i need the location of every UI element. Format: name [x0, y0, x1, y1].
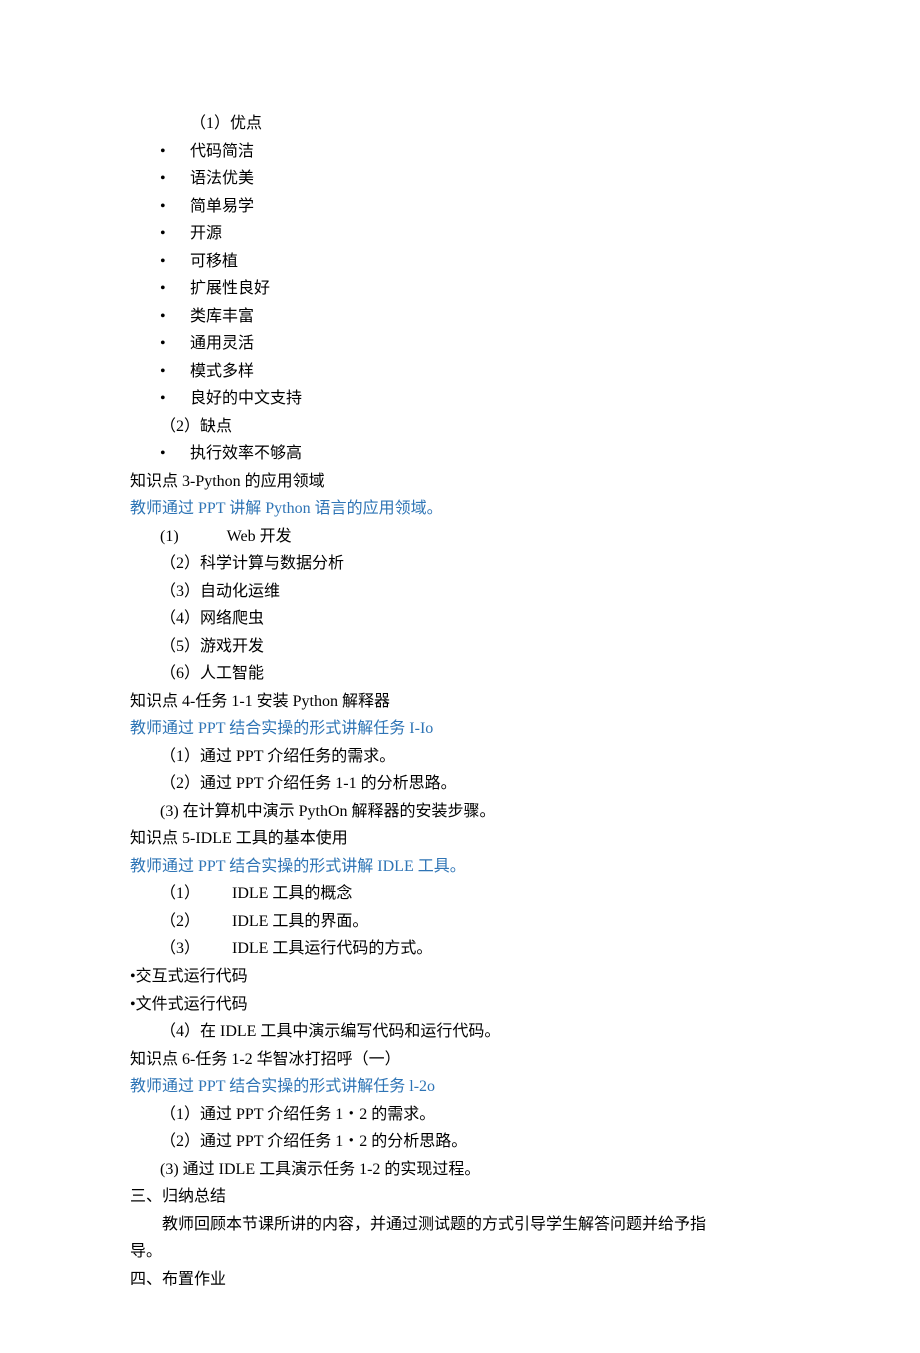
kp3-item: （3）自动化运维	[130, 578, 790, 606]
advantage-item: •代码简洁	[130, 138, 790, 166]
advantage-text: 通用灵活	[190, 335, 254, 352]
summary-body: 教师回顾本节课所讲的内容，并通过测试题的方式引导学生解答问题并给予指	[130, 1211, 790, 1239]
advantage-item: •扩展性良好	[130, 275, 790, 303]
kp3-item: （2）科学计算与数据分析	[130, 550, 790, 578]
summary-body-line2: 导。	[130, 1238, 790, 1266]
kp4-item: （2）通过 PPT 介绍任务 1-1 的分析思路。	[130, 770, 790, 798]
bullet-icon: •	[160, 275, 190, 303]
advantage-item: •可移植	[130, 248, 790, 276]
disadvantage-item: •执行效率不够高	[130, 440, 790, 468]
advantage-text: 类库丰富	[190, 308, 254, 325]
advantage-text: 开源	[190, 225, 222, 242]
bullet-icon: •	[160, 165, 190, 193]
kp3-item: （5）游戏开发	[130, 633, 790, 661]
kp6-item: （1）通过 PPT 介绍任务 1・2 的需求。	[130, 1101, 790, 1129]
summary-heading: 三、归纳总结	[130, 1183, 790, 1211]
bullet-icon: •	[160, 358, 190, 386]
advantage-item: •语法优美	[130, 165, 790, 193]
kp3-item: （4）网络爬虫	[130, 605, 790, 633]
disadvantages-heading: （2）缺点	[130, 413, 790, 441]
homework-heading: 四、布置作业	[130, 1266, 790, 1294]
advantages-heading: （1）优点	[130, 110, 790, 138]
bullet-icon: •	[160, 248, 190, 276]
advantage-item: •模式多样	[130, 358, 790, 386]
advantage-text: 模式多样	[190, 363, 254, 380]
bullet-icon: •	[160, 330, 190, 358]
kp6-item: （2）通过 PPT 介绍任务 1・2 的分析思路。	[130, 1128, 790, 1156]
kp6-title: 知识点 6-任务 1-2 华智冰打招呼（一）	[130, 1046, 790, 1074]
document-page: （1）优点 •代码简洁 •语法优美 •简单易学 •开源 •可移植 •扩展性良好 …	[0, 0, 920, 1353]
bullet-icon: •	[160, 138, 190, 166]
kp4-title: 知识点 4-任务 1-1 安装 Python 解释器	[130, 688, 790, 716]
bullet-icon: •	[160, 440, 190, 468]
advantage-item: •类库丰富	[130, 303, 790, 331]
kp3-item: （6）人工智能	[130, 660, 790, 688]
kp5-item: （1） IDLE 工具的概念	[130, 880, 790, 908]
kp5-teacher-note: 教师通过 PPT 结合实操的形式讲解 IDLE 工具。	[130, 853, 790, 881]
kp3-teacher-note: 教师通过 PPT 讲解 Python 语言的应用领域。	[130, 495, 790, 523]
advantage-text: 代码简洁	[190, 143, 254, 160]
kp4-item: (3) 在计算机中演示 PythOn 解释器的安装步骤。	[130, 798, 790, 826]
advantage-text: 可移植	[190, 253, 238, 270]
disadvantage-text: 执行效率不够高	[190, 445, 302, 462]
kp4-teacher-note: 教师通过 PPT 结合实操的形式讲解任务 I-Io	[130, 715, 790, 743]
bullet-icon: •	[160, 193, 190, 221]
advantage-item: •良好的中文支持	[130, 385, 790, 413]
advantage-item: •开源	[130, 220, 790, 248]
kp5-extra: •交互式运行代码	[130, 963, 790, 991]
kp5-title: 知识点 5-IDLE 工具的基本使用	[130, 825, 790, 853]
advantage-item: •通用灵活	[130, 330, 790, 358]
advantage-text: 良好的中文支持	[190, 390, 302, 407]
kp5-extra: •文件式运行代码	[130, 991, 790, 1019]
bullet-icon: •	[160, 303, 190, 331]
kp5-item: （3） IDLE 工具运行代码的方式。	[130, 935, 790, 963]
kp3-item: (1) Web 开发	[130, 523, 790, 551]
advantage-text: 语法优美	[190, 170, 254, 187]
kp6-item: (3) 通过 IDLE 工具演示任务 1-2 的实现过程。	[130, 1156, 790, 1184]
bullet-icon: •	[160, 385, 190, 413]
advantage-text: 扩展性良好	[190, 280, 270, 297]
kp3-title: 知识点 3-Python 的应用领域	[130, 468, 790, 496]
kp6-teacher-note: 教师通过 PPT 结合实操的形式讲解任务 l-2o	[130, 1073, 790, 1101]
kp5-item: （2） IDLE 工具的界面。	[130, 908, 790, 936]
advantage-text: 简单易学	[190, 198, 254, 215]
kp4-item: （1）通过 PPT 介绍任务的需求。	[130, 743, 790, 771]
kp5-extra: （4）在 IDLE 工具中演示编写代码和运行代码。	[130, 1018, 790, 1046]
advantage-item: •简单易学	[130, 193, 790, 221]
bullet-icon: •	[160, 220, 190, 248]
